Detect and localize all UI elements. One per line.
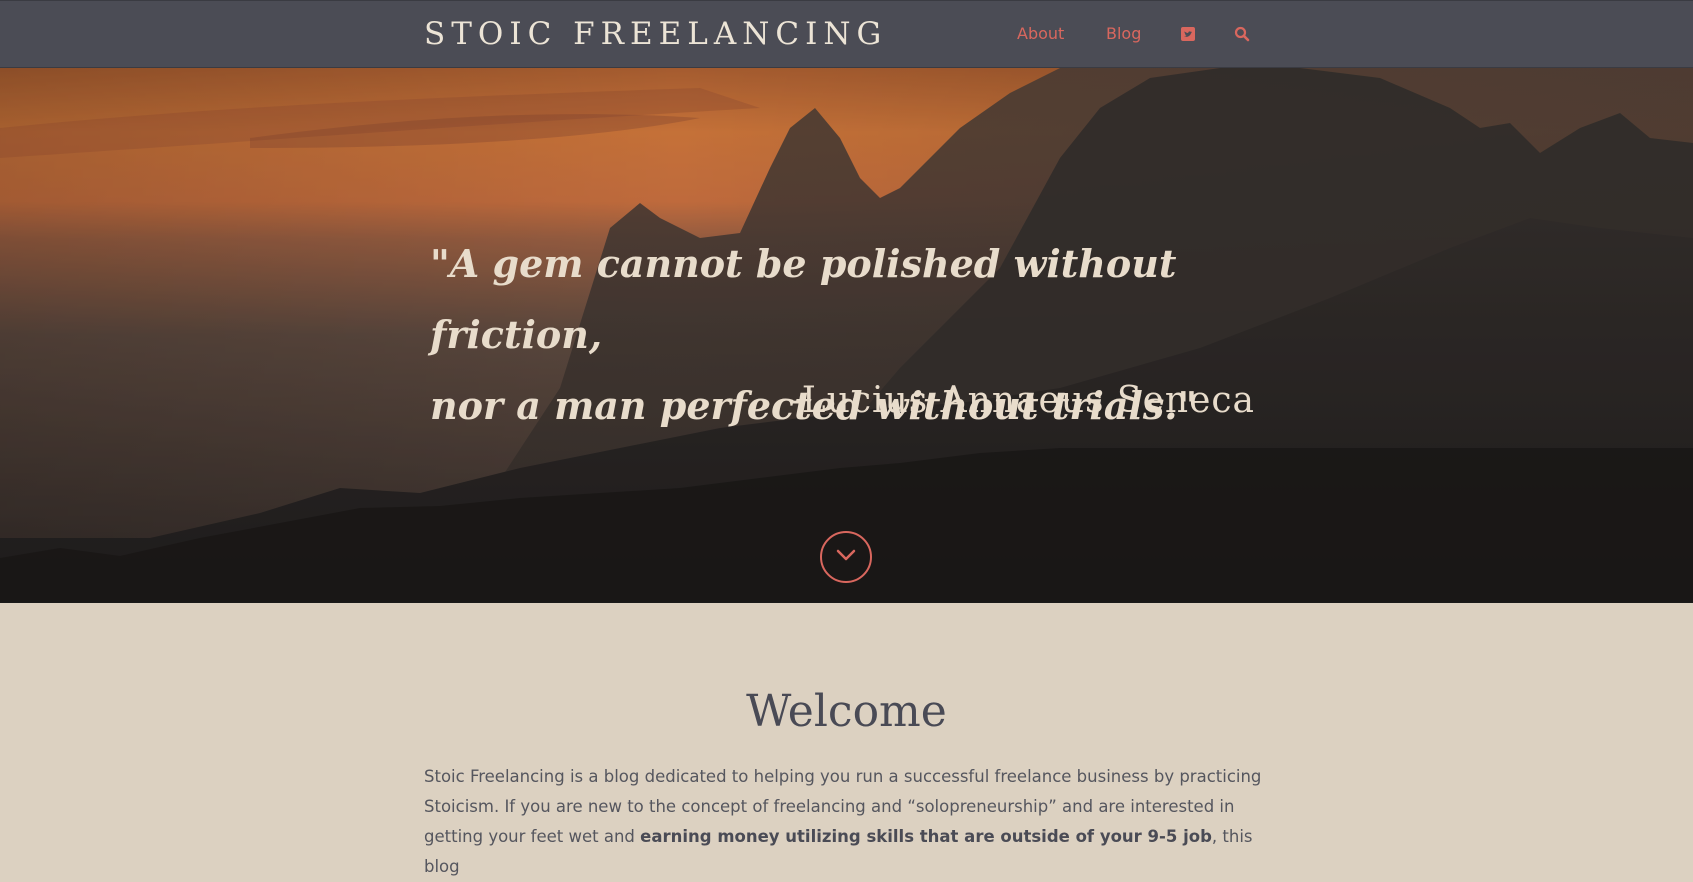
- quote-line-1: "A gem cannot be polished without fricti…: [430, 241, 1177, 357]
- chevron-down-icon: [836, 548, 856, 566]
- nav-about-link[interactable]: About: [1017, 24, 1064, 43]
- top-navbar: STOIC FREELANCING About Blog: [0, 0, 1693, 68]
- site-brand[interactable]: STOIC FREELANCING: [424, 16, 887, 52]
- nav-blog-link[interactable]: Blog: [1106, 24, 1141, 43]
- twitter-icon[interactable]: [1180, 26, 1198, 44]
- scroll-down-button[interactable]: [820, 531, 872, 583]
- welcome-text-bold: earning money utilizing skills that are …: [640, 827, 1212, 846]
- welcome-heading: Welcome: [746, 686, 947, 737]
- welcome-paragraph: Stoic Freelancing is a blog dedicated to…: [424, 762, 1269, 882]
- hero-banner: "A gem cannot be polished without fricti…: [0, 68, 1693, 603]
- quote-author: -Lucius Annaeus Seneca: [788, 380, 1255, 421]
- search-icon[interactable]: [1234, 26, 1252, 44]
